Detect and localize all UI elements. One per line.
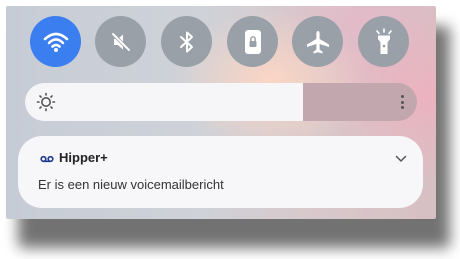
chevron-down-icon[interactable] [395,155,407,163]
sound-off-icon [110,31,131,52]
brightness-sun-icon [36,92,56,112]
quick-panel: Hipper+ Er is een nieuw voicemailbericht [6,6,436,219]
flashlight-toggle[interactable] [358,16,409,67]
notification-message: Er is een nieuw voicemailbericht [38,177,224,192]
airplane-toggle[interactable] [292,16,343,67]
wifi-toggle[interactable] [30,16,81,67]
rotation-lock-icon [244,29,261,54]
quick-settings-row [6,16,436,68]
notification-app-name: Hipper+ [59,150,108,165]
voicemail-icon [40,155,54,163]
bluetooth-toggle[interactable] [161,16,212,67]
flashlight-icon [375,27,392,54]
rotation-lock-toggle[interactable] [227,16,278,67]
notification-card[interactable]: Hipper+ Er is een nieuw voicemailbericht [18,136,423,208]
wifi-icon [43,32,68,52]
sound-toggle[interactable] [95,16,146,67]
more-vertical-icon[interactable] [397,92,407,112]
brightness-level-fill [25,83,304,121]
brightness-slider[interactable] [25,83,417,121]
airplane-icon [306,30,329,53]
bluetooth-icon [179,31,193,52]
